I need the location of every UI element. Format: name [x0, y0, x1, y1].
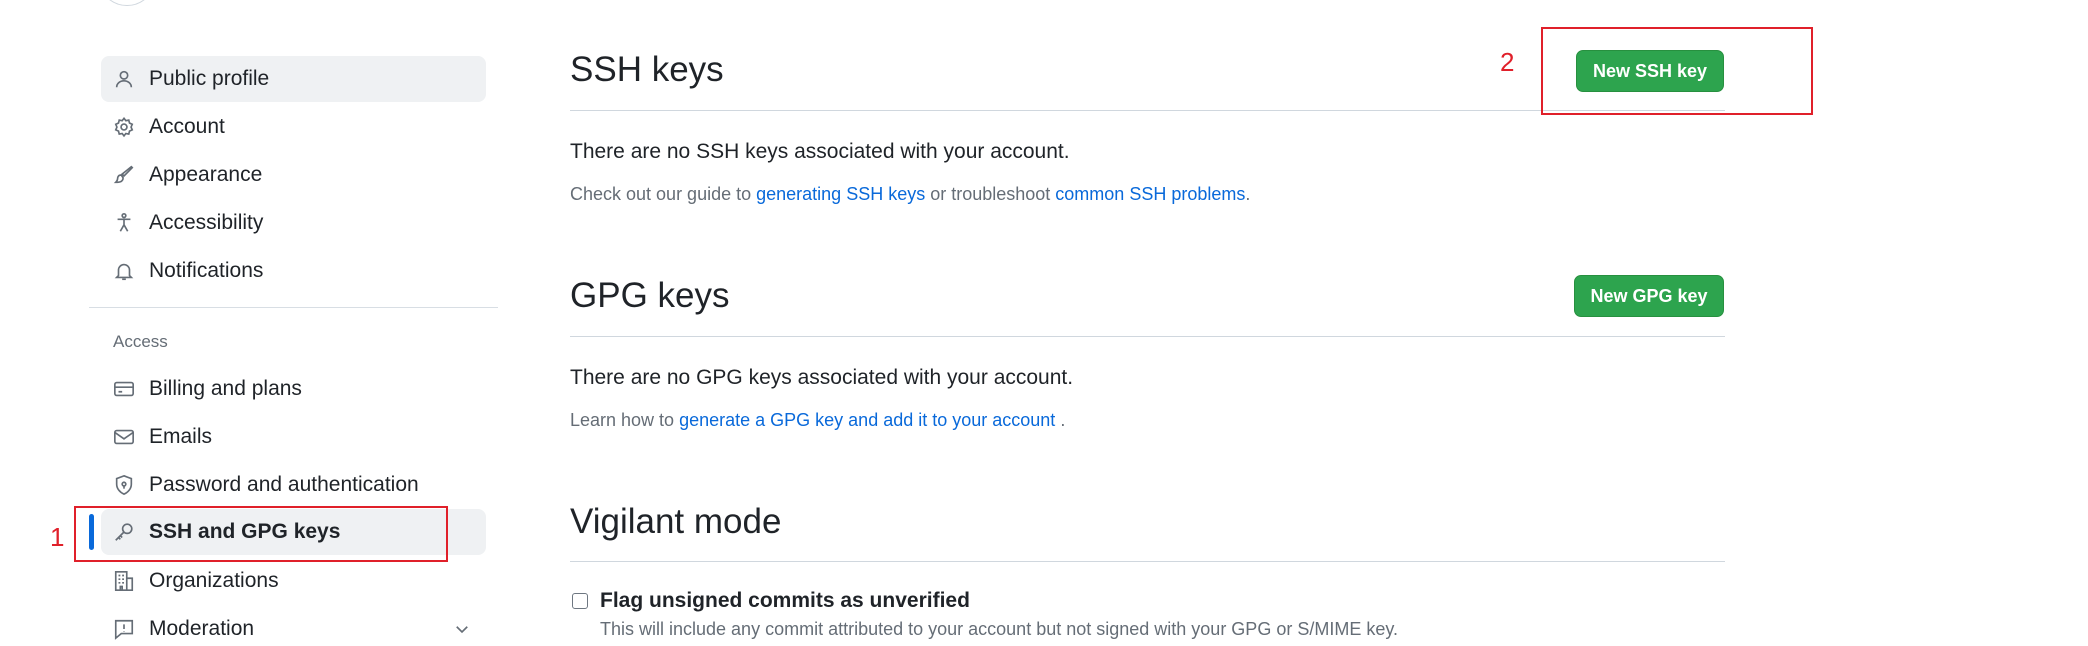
annotation-number-2: 2 — [1500, 47, 1515, 77]
report-icon — [113, 618, 135, 640]
gear-icon — [113, 116, 135, 138]
gpg-keys-title: GPG keys — [570, 276, 730, 315]
organization-icon — [113, 570, 135, 592]
common-ssh-problems-link[interactable]: common SSH problems — [1055, 184, 1245, 204]
sidebar-divider — [89, 307, 498, 308]
sidebar-item-label: Moderation — [149, 617, 255, 640]
new-gpg-key-button[interactable]: New GPG key — [1574, 275, 1724, 317]
gpg-empty-message: There are no GPG keys associated with yo… — [570, 366, 1074, 389]
vigilant-mode-title: Vigilant mode — [570, 502, 782, 541]
annotation-box-1 — [74, 506, 448, 562]
gpg-help-text: Learn how to generate a GPG key and add … — [570, 410, 1065, 431]
gpg-help-prefix: Learn how to — [570, 410, 680, 430]
sidebar-item-accessibility[interactable]: Accessibility — [101, 200, 486, 246]
sidebar-item-label: Organizations — [149, 569, 279, 592]
ssh-help-mid: or troubleshoot — [925, 184, 1056, 204]
bell-icon — [113, 260, 135, 282]
paintbrush-icon — [113, 164, 135, 186]
sidebar-item-password[interactable]: Password and authentication — [101, 462, 486, 508]
sidebar-item-label: Emails — [149, 425, 213, 448]
person-icon — [113, 68, 135, 90]
accessibility-icon — [113, 212, 135, 234]
sidebar-item-label: Notifications — [149, 259, 264, 282]
generate-gpg-key-link[interactable]: generate a GPG key and add it to your ac… — [679, 410, 1055, 430]
sidebar-item-organizations[interactable]: Organizations — [101, 558, 486, 604]
sidebar-group-heading: Access — [113, 332, 168, 351]
sidebar-item-label: Accessibility — [149, 211, 264, 234]
flag-unsigned-checkbox[interactable] — [572, 593, 588, 609]
sidebar-item-label: Account — [149, 115, 225, 138]
annotation-box-2 — [1541, 27, 1813, 115]
sidebar-item-moderation[interactable]: Moderation — [101, 606, 486, 646]
flag-unsigned-note: This will include any commit attributed … — [600, 619, 1399, 639]
sidebar-item-label: Password and authentication — [149, 473, 419, 496]
section-divider — [570, 561, 1725, 562]
mail-icon — [113, 426, 135, 448]
shield-lock-icon — [113, 474, 135, 496]
sidebar-item-emails[interactable]: Emails — [101, 414, 486, 460]
generating-ssh-keys-link[interactable]: generating SSH keys — [756, 184, 925, 204]
sidebar-item-appearance[interactable]: Appearance — [101, 152, 486, 198]
ssh-help-suffix: . — [1245, 184, 1251, 204]
annotation-number-1: 1 — [50, 522, 65, 552]
sidebar-item-public-profile[interactable]: Public profile — [101, 56, 486, 102]
sidebar-item-label: Appearance — [149, 163, 263, 186]
flag-unsigned-label[interactable]: Flag unsigned commits as unverified — [600, 589, 970, 613]
ssh-keys-title: SSH keys — [570, 50, 724, 89]
sidebar-item-account[interactable]: Account — [101, 104, 486, 150]
sidebar-item-label: Public profile — [149, 67, 270, 90]
ssh-help-prefix: Check out our guide to — [570, 184, 757, 204]
ssh-empty-message: There are no SSH keys associated with yo… — [570, 140, 1070, 163]
sidebar-item-billing[interactable]: Billing and plans — [101, 366, 486, 412]
ssh-help-text: Check out our guide to generating SSH ke… — [570, 184, 1250, 205]
chevron-down-icon[interactable] — [453, 620, 471, 638]
credit-card-icon — [113, 378, 135, 400]
gpg-help-suffix: . — [1055, 410, 1066, 430]
sidebar-item-notifications[interactable]: Notifications — [101, 248, 486, 294]
section-divider — [570, 336, 1725, 337]
sidebar-item-label: Billing and plans — [149, 377, 302, 400]
